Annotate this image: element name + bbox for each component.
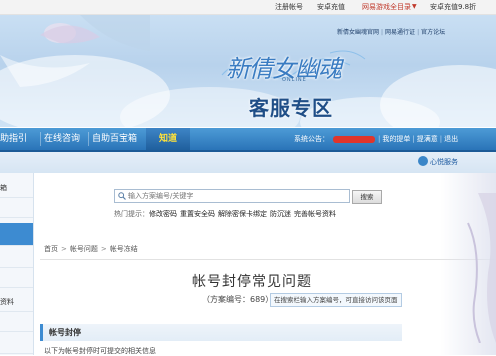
sidebar-item-1[interactable]: 箱 — [0, 179, 33, 198]
search-button[interactable]: 搜索 — [352, 190, 382, 204]
top-utility-bar: 注册帐号 安卓充值 网易游戏全目录 ▼ 安卓充值9.8折 — [0, 0, 496, 15]
nav-zhidao[interactable]: 知道 — [146, 128, 190, 150]
character-illustration — [467, 193, 496, 343]
hot-tips: 热门提示：修改密码 重置安全码 解除密保卡绑定 防沉迷 完善帐号资料 — [114, 209, 339, 219]
banner-sublinks: 新倩女幽魂官网 | 网易通行证 | 官方论坛 — [337, 29, 446, 36]
hot-tips-label: 热门提示： — [114, 210, 149, 218]
nav-self-service[interactable]: 自助百宝箱 — [92, 128, 137, 150]
hot-link-anti-addiction[interactable]: 防沉迷 — [270, 210, 291, 218]
official-site-link[interactable]: 新倩女幽魂官网 — [337, 29, 379, 36]
page-banner-title: 客服专区 — [249, 96, 333, 120]
recharge-link[interactable]: 安卓充值 — [317, 0, 345, 14]
user-links: | 我的提单 | 提满意 | 退出 — [378, 135, 459, 143]
section-heading: 帐号封停 — [40, 324, 402, 341]
search-input[interactable] — [128, 190, 346, 202]
breadcrumb-home[interactable]: 首页 — [44, 245, 58, 253]
search-icon — [118, 192, 126, 200]
main-content: 搜索 热门提示：修改密码重置安全码解除密保卡绑定防沉迷完善帐号资料 首页>帐号问… — [34, 173, 496, 355]
android-recharge-link[interactable]: 安卓充值9.8折 — [430, 0, 476, 14]
sidebar-item-4[interactable] — [0, 249, 33, 268]
divider — [40, 259, 496, 260]
logo-subtitle: ONLINE — [282, 77, 307, 83]
forum-link[interactable]: 官方论坛 — [421, 29, 445, 36]
hot-link-reset-security-code[interactable]: 重置安全码 — [180, 210, 215, 218]
breadcrumb-account-frozen[interactable]: 帐号冻结 — [110, 245, 138, 253]
sidebar-item-profile[interactable]: 资料 — [0, 293, 33, 312]
system-notice-label: 系统公告： — [294, 135, 329, 143]
hot-link-unbind-card[interactable]: 解除密保卡绑定 — [218, 210, 267, 218]
left-sidebar: 箱 资料 — [0, 173, 34, 355]
nav-online-consult[interactable]: 在线咨询 — [44, 128, 80, 150]
sidebar-item-7[interactable] — [0, 313, 33, 332]
nav-guide[interactable]: 助指引 — [0, 128, 27, 150]
passport-link[interactable]: 网易通行证 — [385, 29, 415, 36]
breadcrumb-account-issues[interactable]: 帐号问题 — [70, 245, 98, 253]
breadcrumb: 首页 > 帐号问题 > 帐号冻结 — [44, 245, 138, 253]
sidebar-item-active[interactable] — [0, 223, 33, 246]
vip-service-label: 心悦服务 — [430, 158, 458, 166]
hot-link-complete-profile[interactable]: 完善帐号资料 — [294, 210, 336, 218]
redacted-username — [333, 136, 375, 143]
service-strip: 心悦服务 — [0, 152, 496, 173]
my-tickets-link[interactable]: 我的提单 — [382, 135, 410, 143]
sidebar-item-2[interactable] — [0, 199, 33, 218]
vip-service-button[interactable]: 心悦服务 — [418, 156, 458, 169]
article-title: 帐号封停常见问题 — [192, 274, 312, 290]
header-banner: 新倩女幽魂官网 | 网易通行证 | 官方论坛 新倩女幽魂 ONLINE 客服专区 — [0, 15, 496, 127]
banner-illustration — [0, 15, 150, 127]
register-link[interactable]: 注册帐号 — [275, 0, 303, 14]
service-icon — [418, 156, 428, 166]
case-tip: 在搜索栏输入方案编号，可直接访问该页面 — [270, 293, 402, 307]
sidebar-item-8[interactable] — [0, 335, 33, 354]
chevron-down-icon[interactable]: ▼ — [412, 0, 417, 14]
right-decoration — [440, 173, 496, 355]
case-number: （方案编号：689） — [202, 295, 274, 304]
game-logo[interactable]: 新倩女幽魂 ONLINE — [220, 45, 370, 85]
main-nav: 助指引 在线咨询 自助百宝箱 知道 系统公告： | 我的提单 | 提满意 | 退出 — [0, 128, 496, 152]
logout-link[interactable]: 退出 — [444, 135, 458, 143]
sidebar-item-5[interactable] — [0, 269, 33, 288]
hot-link-change-password[interactable]: 修改密码 — [149, 210, 177, 218]
netease-games-link[interactable]: 网易游戏全目录 — [362, 0, 411, 14]
satisfaction-link[interactable]: 提满意 — [417, 135, 438, 143]
search-box — [114, 189, 350, 203]
